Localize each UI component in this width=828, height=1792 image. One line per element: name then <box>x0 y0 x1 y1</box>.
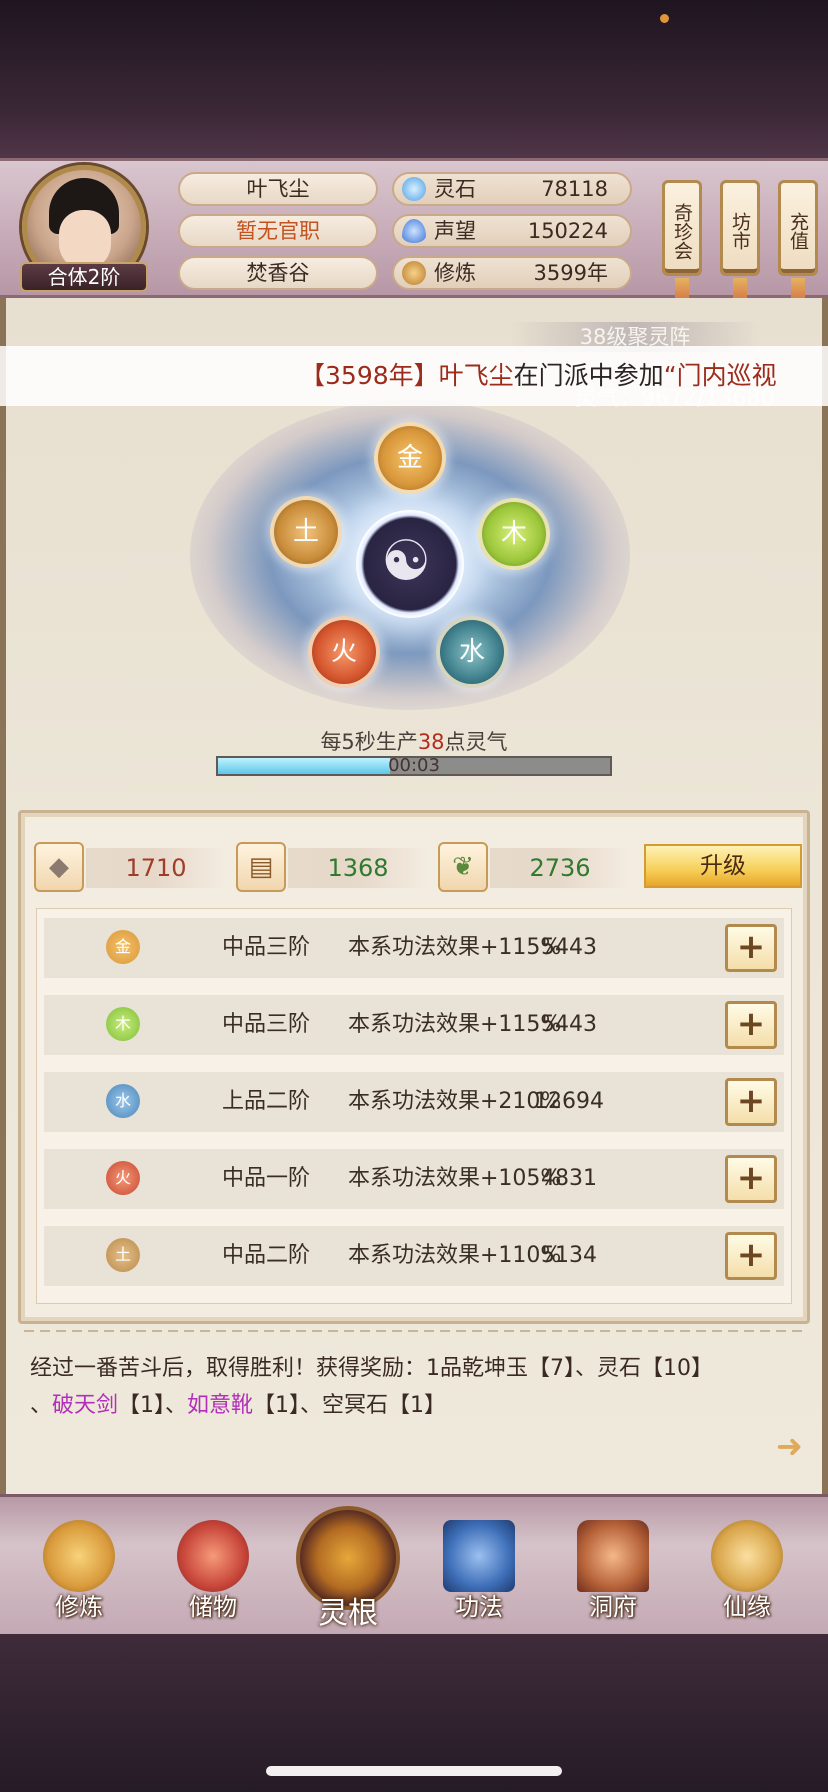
nav-label: 洞府 <box>589 1593 637 1621</box>
ticker-bracket-open: 【 <box>300 361 326 390</box>
metal-root-icon: 金 <box>106 930 140 964</box>
spirit-root-row-fire: 火 中品一阶 本系功法效果+105% 4831 + <box>44 1149 784 1209</box>
resource-value: 3599年 <box>533 261 608 285</box>
ticker-year: 3598年 <box>325 361 414 390</box>
root-value: 5443 <box>541 1012 597 1037</box>
spirit-stone-resource: 灵石 78118 <box>392 172 632 206</box>
nav-label: 修炼 <box>55 1593 103 1621</box>
production-amount: 38 <box>417 730 445 754</box>
root-grade: 中品一阶 <box>222 1166 311 1191</box>
earth-root-icon: 土 <box>106 1238 140 1272</box>
upgrade-button[interactable]: 升级 <box>644 844 802 888</box>
meditation-icon <box>402 261 426 285</box>
pouch-icon <box>177 1520 249 1592</box>
root-value: 5443 <box>541 935 597 960</box>
log-line: 、破天剑【1】、如意靴【1】、空冥石【1】 <box>30 1387 800 1424</box>
reward-item-boots: 如意靴 <box>187 1393 254 1418</box>
water-element-orb[interactable]: 水 <box>436 616 508 688</box>
spirit-root-row-water: 水 上品二阶 本系功法效果+210% 12694 + <box>44 1072 784 1132</box>
nav-fortune[interactable]: 仙缘 <box>692 1512 802 1632</box>
root-value: 12694 <box>534 1089 604 1114</box>
ore-icon: ◆ <box>34 842 84 892</box>
wood-icon: ▤ <box>236 842 286 892</box>
pavilion-icon <box>577 1520 649 1592</box>
resource-value: 78118 <box>541 177 608 201</box>
metal-element-orb[interactable]: 金 <box>374 422 446 494</box>
wood-root-icon: 木 <box>106 1007 140 1041</box>
treasure-auction-button[interactable]: 奇珍会 <box>662 180 702 276</box>
wood-element-orb[interactable]: 木 <box>478 498 550 570</box>
spirit-root-row-earth: 土 中品二阶 本系功法效果+110% 5134 + <box>44 1226 784 1286</box>
ticker-text: 在门派中参加 <box>513 361 664 390</box>
reputation-resource: 声望 150224 <box>392 214 632 248</box>
production-suffix: 点灵气 <box>444 730 508 754</box>
root-grade: 中品三阶 <box>222 1012 311 1037</box>
monk-icon <box>43 1520 115 1592</box>
top-status-area <box>0 0 828 158</box>
avatar-face <box>59 210 111 270</box>
recharge-button[interactable]: 充值 <box>778 180 818 276</box>
scripture-book-icon <box>443 1520 515 1592</box>
section-divider <box>24 1330 804 1332</box>
add-wood-root-button[interactable]: + <box>725 1001 777 1049</box>
reputation-crystal-icon <box>402 219 426 243</box>
production-timer: 00:03 <box>388 755 440 776</box>
battle-log: 经过一番苦斗后，取得胜利！获得奖励：1品乾坤玉【7】、灵石【10】 、破天剑【1… <box>30 1350 800 1424</box>
nav-label: 储物 <box>189 1593 237 1621</box>
log-separator: 、 <box>30 1393 53 1418</box>
production-prefix: 每5秒生产 <box>320 730 418 754</box>
log-rest: 【1】、空冥石【1】 <box>253 1393 447 1418</box>
fire-root-icon: 火 <box>106 1161 140 1195</box>
spirit-stone-icon <box>402 177 426 201</box>
nav-storage[interactable]: 储物 <box>158 1512 268 1632</box>
root-grade: 中品二阶 <box>222 1243 311 1268</box>
fire-element-orb[interactable]: 火 <box>308 616 380 688</box>
root-grade: 上品二阶 <box>222 1089 311 1114</box>
ticker-player-name: 叶飞尘 <box>438 361 514 390</box>
ticker-bracket-close: 】 <box>413 361 439 390</box>
resource-label: 灵石 <box>434 177 476 201</box>
spirit-root-row-wood: 木 中品三阶 本系功法效果+115% 5443 + <box>44 995 784 1055</box>
player-name: 叶飞尘 <box>178 172 378 206</box>
add-water-root-button[interactable]: + <box>725 1078 777 1126</box>
nav-label: 功法 <box>455 1593 503 1621</box>
sect-name: 焚香谷 <box>178 256 378 290</box>
cultivation-years-resource: 修炼 3599年 <box>392 256 632 290</box>
nav-techniques[interactable]: 功法 <box>424 1512 534 1632</box>
ticker-event: “门内巡视 <box>663 361 777 390</box>
earth-element-orb[interactable]: 土 <box>270 496 342 568</box>
official-title: 暂无官职 <box>178 214 378 248</box>
water-root-icon: 水 <box>106 1084 140 1118</box>
nav-spirit-root-label[interactable]: 灵根 <box>288 1588 408 1632</box>
spirit-root-row-metal: 金 中品三阶 本系功法效果+115% 5443 + <box>44 918 784 978</box>
log-line: 经过一番苦斗后，取得胜利！获得奖励：1品乾坤玉【7】、灵石【10】 <box>30 1356 713 1381</box>
next-arrow-icon[interactable]: ➜ <box>776 1430 810 1464</box>
add-earth-root-button[interactable]: + <box>725 1232 777 1280</box>
home-indicator[interactable] <box>266 1766 562 1776</box>
status-indicator-dot <box>660 14 669 23</box>
resource-value: 150224 <box>527 219 608 243</box>
taiji-icon: ☯ <box>381 529 432 594</box>
log-quantity: 【1】、 <box>118 1393 188 1418</box>
gourd-icon <box>711 1520 783 1592</box>
nav-label: 仙缘 <box>723 1593 771 1621</box>
add-metal-root-button[interactable]: + <box>725 924 777 972</box>
root-value: 5134 <box>541 1243 597 1268</box>
announcement-ticker: 【3598年】叶飞尘在门派中参加“门内巡视 <box>0 346 828 406</box>
qi-production-rate: 每5秒生产38点灵气 <box>0 726 828 756</box>
ore-amount: 1710 <box>86 848 226 888</box>
resource-label: 修炼 <box>434 261 476 285</box>
add-fire-root-button[interactable]: + <box>725 1155 777 1203</box>
root-grade: 中品三阶 <box>222 935 311 960</box>
nav-cultivate[interactable]: 修炼 <box>24 1512 134 1632</box>
herb-icon: ❦ <box>438 842 488 892</box>
resource-label: 声望 <box>434 219 476 243</box>
herb-amount: 2736 <box>490 848 630 888</box>
root-value: 4831 <box>541 1166 597 1191</box>
reward-item-sword: 破天剑 <box>52 1393 119 1418</box>
cultivation-rank-badge: 合体2阶 <box>20 262 148 292</box>
wood-amount: 1368 <box>288 848 428 888</box>
market-button[interactable]: 坊市 <box>720 180 760 276</box>
nav-cave-dwelling[interactable]: 洞府 <box>558 1512 668 1632</box>
